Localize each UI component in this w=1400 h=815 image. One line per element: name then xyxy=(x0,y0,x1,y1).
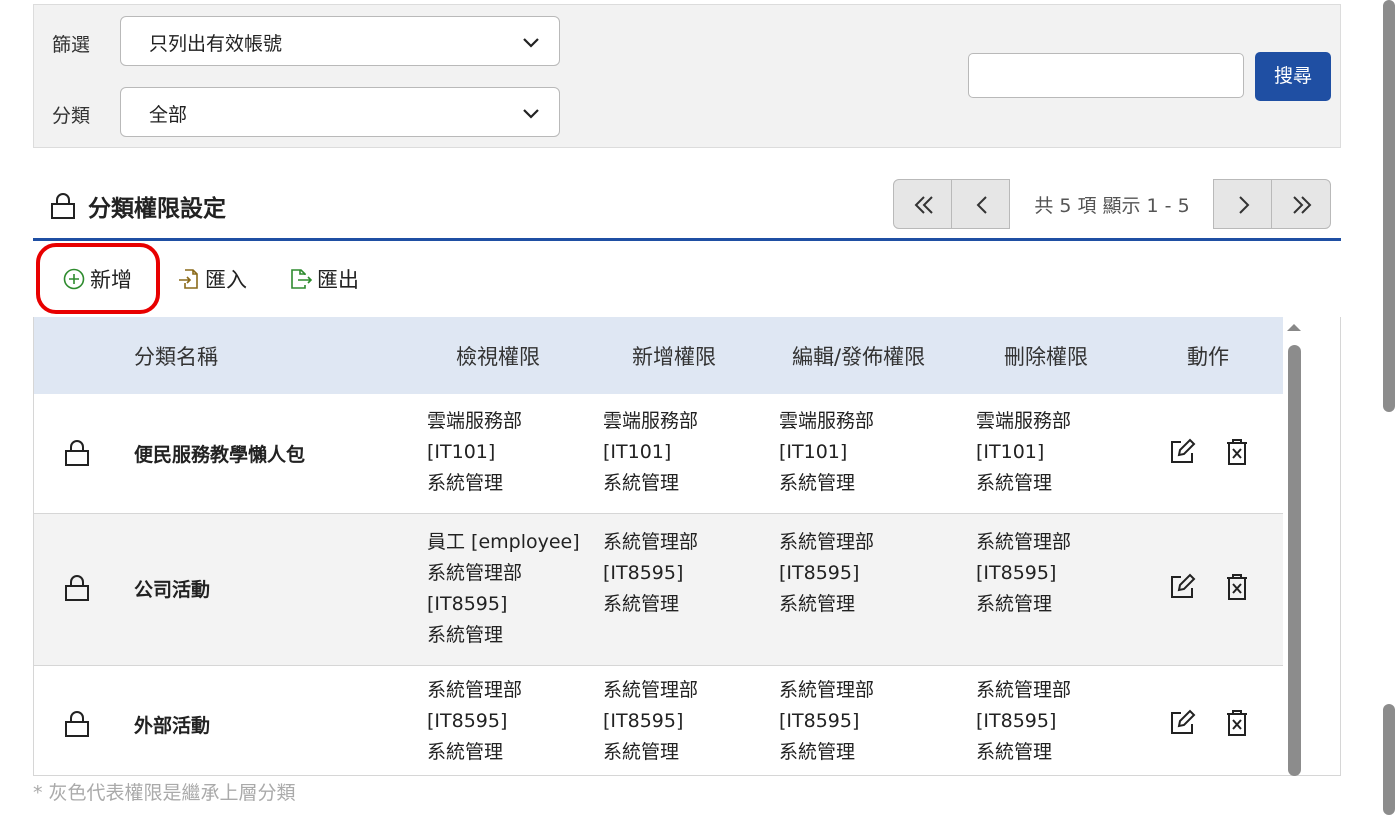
category-name: 外部活動 xyxy=(134,715,211,737)
filter-label: 篩選 xyxy=(52,34,91,56)
page-title: 分類權限設定 xyxy=(88,196,226,222)
column-header-add: 新增權限 xyxy=(632,345,716,369)
column-header-actions: 動作 xyxy=(1187,345,1229,369)
column-header-edit: 編輯/發佈權限 xyxy=(792,345,926,369)
column-header-delete: 刪除權限 xyxy=(1004,345,1088,369)
edit-icon[interactable] xyxy=(1167,437,1197,467)
lock-icon xyxy=(65,575,89,601)
filter-select[interactable]: 只列出有效帳號 xyxy=(120,16,560,66)
table-header: 分類名稱 檢視權限 新增權限 編輯/發佈權限 刪除權限 動作 xyxy=(34,317,1283,394)
column-header-view: 檢視權限 xyxy=(456,345,540,369)
next-page-button[interactable] xyxy=(1213,179,1272,229)
next-page-icon xyxy=(1239,196,1250,214)
search-button[interactable]: 搜尋 xyxy=(1255,52,1331,101)
export-button[interactable]: 匯出 xyxy=(289,264,359,294)
filter-panel: 篩選 只列出有效帳號 分類 全部 搜尋 xyxy=(33,4,1341,148)
permissions-table: 分類名稱 檢視權限 新增權限 編輯/發佈權限 刪除權限 動作 便民服務教學懶人包… xyxy=(33,317,1341,776)
filter-select-value: 只列出有效帳號 xyxy=(149,33,283,55)
table-row: 公司活動 員工 [employee] 系統管理部 [IT8595] 系統管理 系統管理… xyxy=(34,514,1283,666)
edit-permission: 系統管理部 [IT8595] 系統管理 xyxy=(779,679,875,763)
first-page-button[interactable] xyxy=(893,179,952,229)
footnote: * 灰色代表權限是繼承上層分類 xyxy=(33,782,296,804)
import-button-label: 匯入 xyxy=(205,268,247,292)
highlight-annotation xyxy=(36,243,160,314)
table-row: 外部活動 系統管理部 [IT8595] 系統管理 系統管理部 [IT8595] 系統管理… xyxy=(34,666,1283,775)
add-permission: 雲端服務部 [IT101] 系統管理 xyxy=(603,410,699,494)
chevron-down-icon xyxy=(523,109,539,119)
edit-permission: 雲端服務部 [IT101] 系統管理 xyxy=(779,410,875,494)
edit-permission: 系統管理部 [IT8595] 系統管理 xyxy=(779,531,875,615)
category-select-value: 全部 xyxy=(149,104,188,126)
category-label: 分類 xyxy=(52,105,91,127)
category-name: 便民服務教學懶人包 xyxy=(134,444,306,466)
view-permission: 系統管理部 [IT8595] 系統管理 xyxy=(427,679,523,763)
prev-page-icon xyxy=(976,196,987,214)
delete-permission: 系統管理部 [IT8595] 系統管理 xyxy=(976,531,1072,615)
category-select[interactable]: 全部 xyxy=(120,87,560,137)
table-scrollbar-thumb[interactable] xyxy=(1288,345,1301,776)
category-name: 公司活動 xyxy=(134,579,211,601)
add-permission: 系統管理部 [IT8595] 系統管理 xyxy=(603,679,699,763)
last-page-icon xyxy=(1293,196,1312,214)
prev-page-button[interactable] xyxy=(951,179,1010,229)
table-row: 便民服務教學懶人包 雲端服務部 [IT101] 系統管理 雲端服務部 [IT101] 系… xyxy=(34,394,1283,514)
delete-icon[interactable] xyxy=(1222,437,1252,467)
last-page-button[interactable] xyxy=(1271,179,1331,229)
import-button[interactable]: 匯入 xyxy=(177,264,247,294)
search-input[interactable] xyxy=(968,53,1244,98)
delete-permission: 雲端服務部 [IT101] 系統管理 xyxy=(976,410,1072,494)
delete-permission: 系統管理部 [IT8595] 系統管理 xyxy=(976,679,1072,763)
page-scrollbar-thumb-lower[interactable] xyxy=(1383,704,1395,815)
edit-icon[interactable] xyxy=(1167,572,1197,602)
first-page-icon xyxy=(914,196,933,214)
add-permission: 系統管理部 [IT8595] 系統管理 xyxy=(603,531,699,615)
import-icon xyxy=(179,269,198,289)
lock-icon xyxy=(51,193,75,219)
delete-icon[interactable] xyxy=(1222,708,1252,738)
export-icon xyxy=(291,269,313,289)
pagination-info: 共 5 項 顯示 1 - 5 xyxy=(1034,195,1190,217)
scroll-up-icon[interactable] xyxy=(1286,322,1302,332)
view-permission: 員工 [employee] 系統管理部 [IT8595] 系統管理 xyxy=(427,531,580,646)
lock-icon xyxy=(65,440,89,466)
section-header: 分類權限設定 xyxy=(50,188,226,224)
section-divider xyxy=(33,238,1341,241)
lock-icon xyxy=(65,711,89,737)
page-scrollbar-thumb[interactable] xyxy=(1383,0,1395,412)
column-header-name: 分類名稱 xyxy=(134,345,218,369)
chevron-down-icon xyxy=(523,38,539,48)
delete-icon[interactable] xyxy=(1222,572,1252,602)
pagination: 共 5 項 顯示 1 - 5 xyxy=(893,179,1331,229)
export-button-label: 匯出 xyxy=(317,268,359,292)
view-permission: 雲端服務部 [IT101] 系統管理 xyxy=(427,410,523,494)
edit-icon[interactable] xyxy=(1167,708,1197,738)
